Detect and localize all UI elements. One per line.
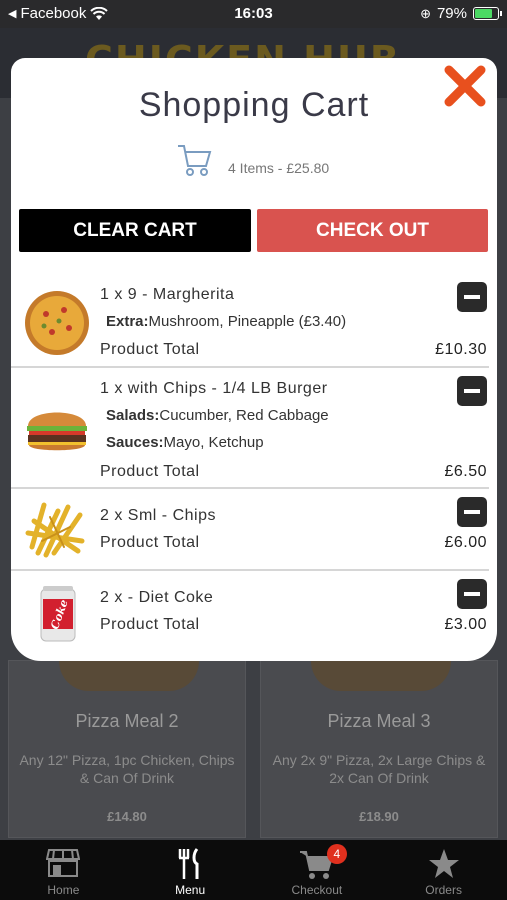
meal-description: Any 2x 9" Pizza, 2x Large Chips & 2x Can… (272, 752, 486, 786)
cart-item: 1 x with Chips - 1/4 LB Burger Salads:Cu… (11, 368, 489, 489)
nav-label: Checkout (291, 883, 343, 897)
chips-icon (25, 502, 85, 558)
meal-card[interactable]: Pizza Meal 2 Any 12" Pizza, 1pc Chicken,… (8, 660, 246, 838)
item-name: 2 x - Diet Coke (100, 589, 214, 606)
cart-summary-text: 4 Items - £25.80 (228, 160, 330, 176)
meal-description: Any 12" Pizza, 1pc Chicken, Chips & Can … (19, 752, 235, 786)
cart-items: 1 x 9 - Margherita Extra:Mushroom, Pinea… (11, 276, 497, 653)
product-total-value: £10.30 (435, 341, 487, 358)
status-bar: ◀ Facebook 16:03 ⊕ 79% (0, 0, 507, 28)
battery-percent: 79% (436, 5, 467, 22)
item-name: 2 x Sml - Chips (100, 507, 216, 524)
item-option: Salads:Cucumber, Red Cabbage (106, 407, 329, 424)
modal-title: Shopping Cart (138, 86, 370, 124)
battery-icon (473, 7, 502, 20)
bottom-nav: Home Menu 4 Checkout Orders (0, 840, 507, 900)
star-icon (428, 849, 459, 878)
nav-orders[interactable]: Orders (380, 840, 507, 900)
item-name: 1 x 9 - Margherita (100, 286, 235, 303)
store-icon (46, 849, 81, 877)
item-name: 1 x with Chips - 1/4 LB Burger (100, 380, 328, 397)
coke-can-icon: Coke (40, 586, 76, 642)
checkout-button[interactable]: CHECK OUT (257, 209, 488, 252)
meal-price: £18.90 (359, 809, 399, 824)
product-total-label: Product Total (100, 616, 200, 633)
cart-count-badge: 4 (326, 844, 347, 864)
product-total-value: £3.00 (444, 616, 487, 633)
fork-knife-icon (178, 848, 199, 879)
meal-title: Pizza Meal 3 (327, 711, 431, 731)
remove-item-button[interactable] (457, 497, 487, 527)
nav-menu[interactable]: Menu (127, 840, 254, 900)
meal-price: £14.80 (107, 809, 147, 824)
remove-item-button[interactable] (457, 282, 487, 312)
item-option: Extra:Mushroom, Pineapple (£3.40) (106, 313, 347, 330)
nav-checkout[interactable]: 4 Checkout (254, 840, 381, 900)
product-total-value: £6.50 (444, 463, 487, 480)
clear-cart-button[interactable]: CLEAR CART (19, 209, 251, 252)
shopping-cart-modal: Shopping Cart 4 Items - £25.80 CLEAR CAR… (11, 58, 497, 661)
nav-label: Orders (425, 883, 462, 897)
product-total-label: Product Total (100, 463, 200, 480)
remove-item-button[interactable] (457, 579, 487, 609)
pizza-image (311, 661, 451, 691)
cart-icon (178, 145, 212, 176)
cart-item: Coke 2 x - Diet Coke Product Total £3.00 (11, 571, 489, 653)
product-total-label: Product Total (100, 534, 200, 551)
remove-item-button[interactable] (457, 376, 487, 406)
nav-label: Menu (175, 883, 206, 897)
nav-label: Home (47, 883, 80, 897)
burger-icon (27, 412, 87, 451)
item-option: Sauces:Mayo, Ketchup (106, 434, 264, 451)
cart-item: 2 x Sml - Chips Product Total £6.00 (11, 489, 489, 571)
meal-card[interactable]: Pizza Meal 3 Any 2x 9" Pizza, 2x Large C… (260, 660, 498, 838)
nav-home[interactable]: Home (0, 840, 127, 900)
pizza-image (59, 661, 199, 691)
meal-title: Pizza Meal 2 (75, 711, 179, 731)
cart-item: 1 x 9 - Margherita Extra:Mushroom, Pinea… (11, 276, 489, 368)
pizza-icon (25, 291, 89, 355)
product-total-label: Product Total (100, 341, 200, 358)
product-total-value: £6.00 (444, 534, 487, 551)
orientation-lock-icon: ⊕ (420, 5, 431, 21)
